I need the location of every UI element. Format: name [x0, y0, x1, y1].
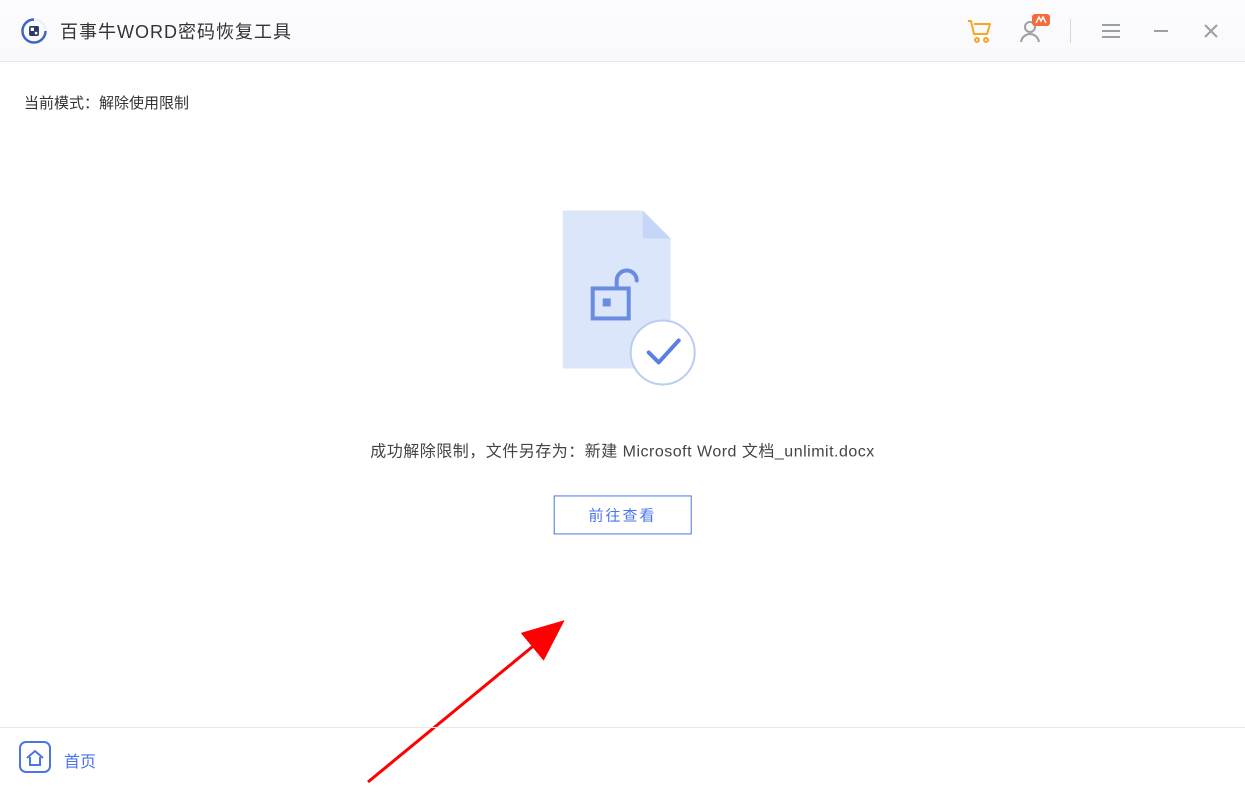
app-title: 百事牛WORD密码恢复工具 — [60, 18, 292, 44]
title-actions — [966, 17, 1225, 45]
minimize-icon[interactable] — [1147, 17, 1175, 45]
logo-group: 百事牛WORD密码恢复工具 — [20, 17, 292, 45]
divider — [1070, 19, 1071, 43]
go-view-button[interactable]: 前往查看 — [553, 495, 691, 534]
home-label: 首页 — [64, 748, 96, 772]
success-message: 成功解除限制，文件另存为：新建 Microsoft Word 文档_unlimi… — [370, 437, 875, 461]
saved-filename: 新建 Microsoft Word 文档_unlimit.docx — [585, 443, 875, 460]
home-icon — [18, 740, 52, 779]
mode-label: 当前模式： — [24, 95, 99, 112]
close-icon[interactable] — [1197, 17, 1225, 45]
document-unlock-icon — [542, 202, 702, 397]
user-badge-icon — [1032, 13, 1050, 31]
user-icon[interactable] — [1016, 17, 1044, 45]
cart-icon[interactable] — [966, 17, 994, 45]
app-logo-icon — [20, 17, 48, 45]
main-content: 当前模式：解除使用限制 成功解除限制，文件另存为：新建 Microsoft Wo… — [0, 62, 1245, 727]
current-mode: 当前模式：解除使用限制 — [24, 92, 1221, 113]
titlebar: 百事牛WORD密码恢复工具 — [0, 0, 1245, 62]
menu-icon[interactable] — [1097, 17, 1125, 45]
home-button[interactable]: 首页 — [18, 740, 96, 779]
success-prefix: 成功解除限制，文件另存为： — [370, 443, 585, 460]
result-panel: 成功解除限制，文件另存为：新建 Microsoft Word 文档_unlimi… — [370, 202, 875, 534]
mode-value: 解除使用限制 — [99, 95, 189, 112]
footer: 首页 — [0, 727, 1245, 791]
